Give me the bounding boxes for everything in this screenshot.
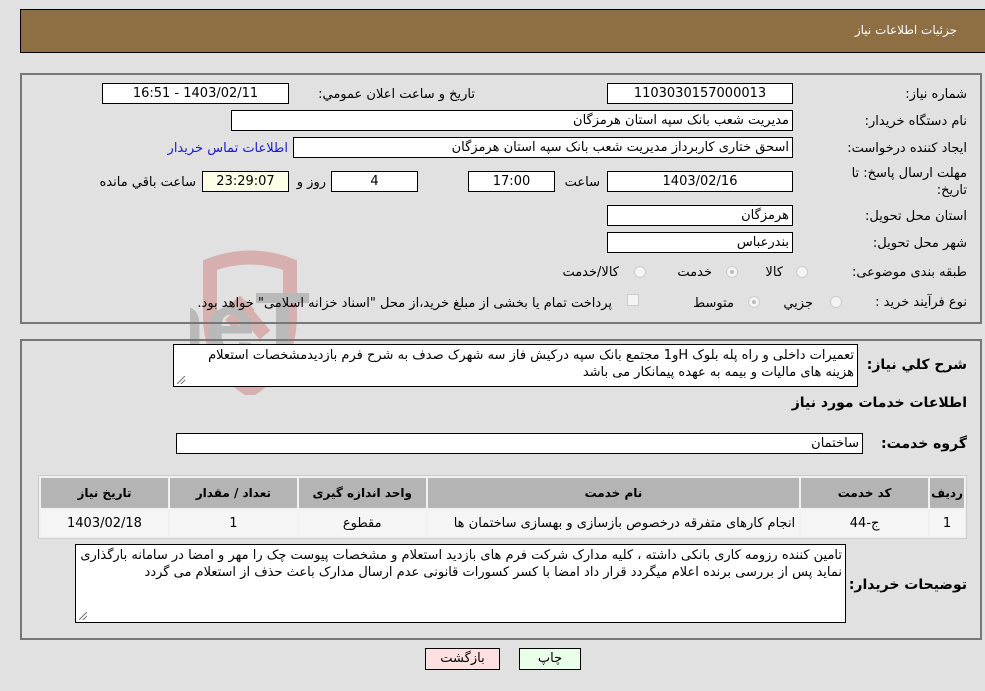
col-header-need-date: تاریخ نیاز — [41, 478, 168, 508]
province-label: استان محل تحویل: — [865, 209, 967, 224]
buyer-contact-link[interactable]: اطلاعات تماس خریدار — [168, 141, 288, 156]
service-group-field[interactable]: ساختمان — [176, 433, 863, 454]
service-group-label: گروه خدمت: — [881, 436, 967, 452]
purchase-radio-minor[interactable] — [830, 296, 842, 308]
col-header-row-number: ردیف — [930, 478, 964, 508]
resize-handle-icon[interactable] — [79, 612, 87, 620]
category-radio-goods[interactable] — [796, 266, 808, 278]
treasury-checkbox[interactable] — [627, 294, 639, 306]
time-remaining-label: ساعت باقي مانده — [99, 175, 196, 190]
col-header-quantity: تعداد / مقدار — [169, 478, 297, 508]
category-option-service: خدمت — [677, 265, 712, 280]
category-radio-service[interactable] — [726, 266, 738, 278]
services-section-title: اطلاعات خدمات مورد نیاز — [791, 395, 967, 411]
purchase-radio-medium[interactable] — [748, 296, 760, 308]
time-remaining-field: 23:29:07 — [202, 171, 289, 192]
back-button[interactable]: بازگشت — [425, 648, 500, 670]
cell-need-date: 1403/02/18 — [41, 510, 168, 536]
cell-unit: مقطوع — [298, 510, 426, 536]
cell-service-name: انجام کارهای متفرقه درخصوص بازسازی و بهس… — [427, 510, 800, 536]
category-option-goods: کالا — [765, 265, 783, 280]
need-number-label: شماره نیاز: — [905, 87, 967, 102]
cell-row-number: 1 — [930, 510, 964, 536]
description-textarea[interactable]: تعمیرات داخلی و راه پله بلوک Hو1 مجتمع ب… — [173, 344, 858, 387]
city-field[interactable]: بندرعباس — [607, 232, 793, 253]
page-title: جزئیات اطلاعات نیاز — [854, 23, 957, 37]
category-option-goods-service: کالا/خدمت — [562, 265, 619, 280]
print-button[interactable]: چاپ — [519, 648, 581, 670]
purchase-option-minor: جزيي — [783, 296, 813, 311]
buyer-notes-text: تامین کننده رزومه کاری بانکی داشته ، کلی… — [80, 548, 842, 580]
buyer-notes-label: توضیحات خریدار: — [848, 577, 967, 593]
page-header: جزئیات اطلاعات نیاز — [20, 9, 985, 53]
buyer-org-label: نام دستگاه خریدار: — [864, 114, 967, 129]
category-radio-goods-service[interactable] — [634, 266, 646, 278]
announce-datetime-label: تاریخ و ساعت اعلان عمومي: — [318, 87, 475, 102]
days-remaining-field: 4 — [331, 171, 418, 192]
table-header-row: ردیف کد خدمت نام خدمت واحد اندازه گیری ت… — [41, 478, 964, 508]
purchase-type-label: نوع فرآیند خرید : — [875, 295, 967, 310]
resize-handle-icon[interactable] — [177, 376, 185, 384]
deadline-label: مهلت ارسال پاسخ: تا — [851, 166, 967, 181]
province-field[interactable]: هرمزگان — [607, 205, 793, 226]
col-header-unit: واحد اندازه گیری — [298, 478, 426, 508]
deadline-label-date: تاریخ: — [936, 183, 967, 198]
announce-datetime-field[interactable]: 1403/02/11 - 16:51 — [102, 83, 289, 104]
purchase-option-medium: متوسط — [693, 296, 734, 311]
requester-field[interactable]: اسحق ختاری کاربرداز مدیریت شعب بانک سپه … — [293, 137, 793, 158]
need-number-field[interactable]: 1103030157000013 — [607, 83, 793, 104]
deadline-time-field[interactable]: 17:00 — [468, 171, 555, 192]
category-label: طبقه بندی موضوعی: — [851, 265, 967, 280]
col-header-service-name: نام خدمت — [427, 478, 800, 508]
col-header-service-code: کد خدمت — [801, 478, 929, 508]
deadline-date-field[interactable]: 1403/02/16 — [607, 171, 793, 192]
city-label: شهر محل تحویل: — [872, 236, 967, 251]
description-text: تعمیرات داخلی و راه پله بلوک Hو1 مجتمع ب… — [208, 348, 854, 380]
table-row: 1 ج-44 انجام کارهای متفرقه درخصوص بازساز… — [41, 510, 964, 536]
description-label: شرح كلي نياز: — [866, 357, 967, 373]
requester-label: ایجاد کننده درخواست: — [847, 141, 967, 156]
cell-quantity: 1 — [169, 510, 297, 536]
services-table: ردیف کد خدمت نام خدمت واحد اندازه گیری ت… — [38, 475, 967, 539]
deadline-time-label: ساعت — [564, 175, 600, 190]
buyer-org-field[interactable]: مدیریت شعب بانک سپه استان هرمزگان — [231, 110, 793, 131]
cell-service-code: ج-44 — [801, 510, 929, 536]
buyer-notes-textarea[interactable]: تامین کننده رزومه کاری بانکی داشته ، کلی… — [75, 544, 846, 623]
treasury-note: پرداخت تمام یا بخشی از مبلغ خرید،از محل … — [197, 296, 612, 311]
days-label: روز و — [296, 175, 326, 190]
